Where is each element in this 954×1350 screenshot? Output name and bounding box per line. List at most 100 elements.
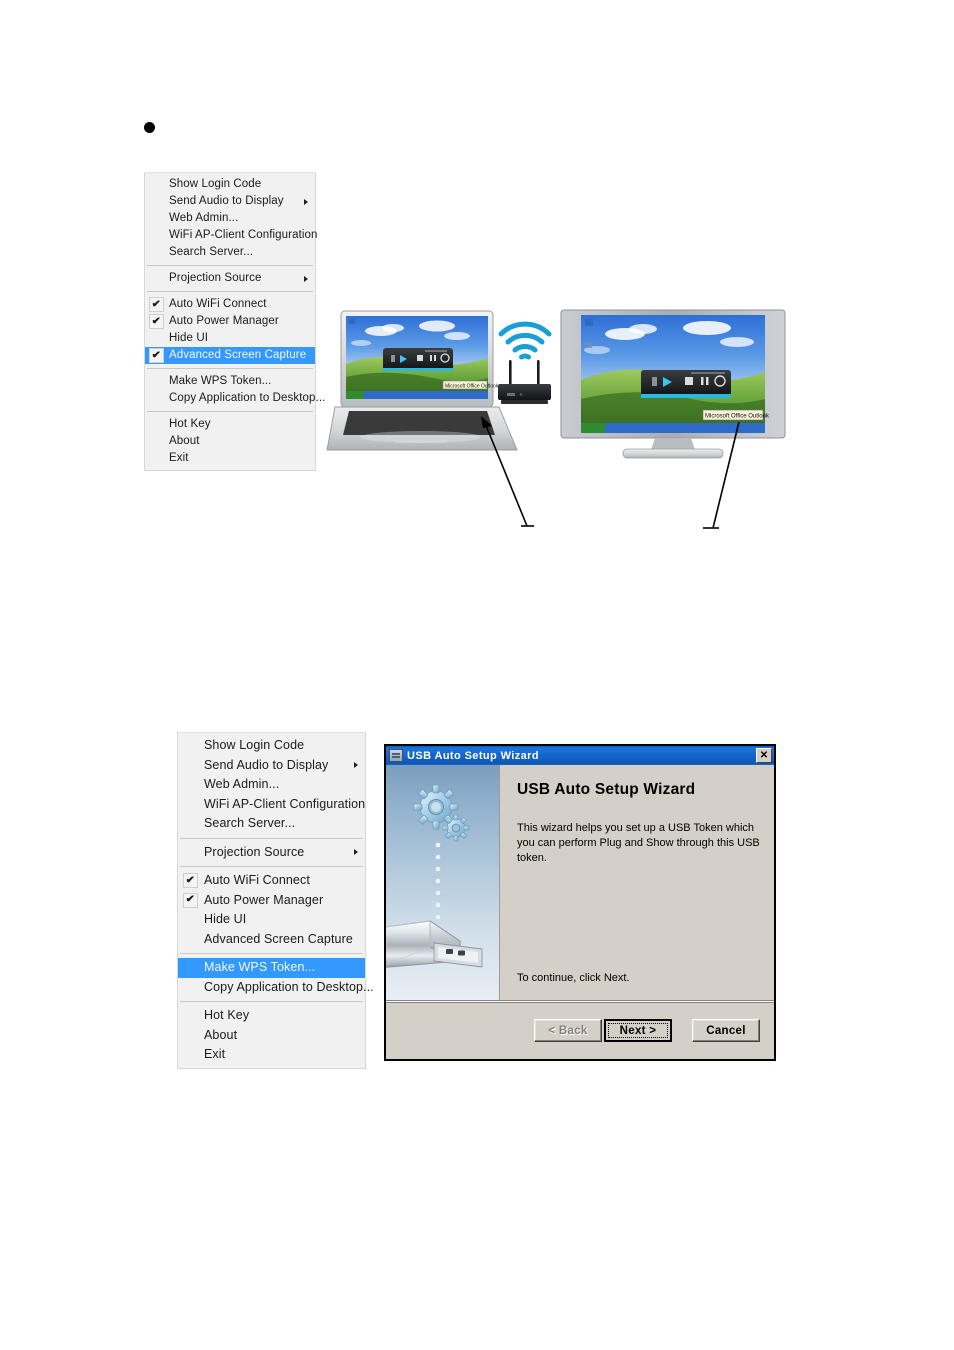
- chevron-right-icon: [354, 849, 358, 856]
- menu-separator: [147, 265, 313, 266]
- menu-item-label: Advanced Screen Capture: [169, 349, 307, 361]
- menu-item-gutter: ✔: [145, 347, 167, 364]
- menu-item-gutter: [178, 756, 202, 776]
- menu-item-gutter: [178, 736, 202, 756]
- menu-item-search-server[interactable]: Search Server...: [178, 814, 365, 834]
- check-glyph: ✔: [151, 315, 161, 327]
- wizard-heading: USB Auto Setup Wizard: [517, 781, 696, 798]
- menu-item-label: Hide UI: [204, 912, 247, 926]
- menu-item-label: Hide UI: [169, 332, 209, 344]
- television-device: Microsoft Office Outlook: [560, 309, 786, 459]
- menu-item-label: Projection Source: [204, 844, 305, 859]
- menu-item-web-admin[interactable]: Web Admin...: [145, 210, 315, 227]
- svg-text:Microsoft Office Outlook: Microsoft Office Outlook: [445, 384, 499, 390]
- menu-item-gutter: [178, 814, 202, 834]
- menu-item-gutter: [145, 433, 167, 450]
- menu-item-projection-source[interactable]: Projection Source: [178, 843, 365, 863]
- menu-item-web-admin[interactable]: Web Admin...: [178, 775, 365, 795]
- menu-item-gutter: [145, 373, 167, 390]
- menu-item-gutter: [145, 450, 167, 467]
- menu-item-label: Exit: [204, 1047, 226, 1061]
- menu-item-hide-ui[interactable]: Hide UI: [145, 330, 315, 347]
- menu-item-label: Show Login Code: [169, 178, 262, 190]
- chevron-right-icon: [304, 275, 308, 282]
- menu-item-label: Search Server...: [204, 816, 296, 830]
- menu-item-label: Hot Key: [204, 1008, 250, 1022]
- menu-item-projection-source[interactable]: Projection Source: [145, 270, 315, 287]
- back-button[interactable]: < Back: [534, 1019, 602, 1042]
- menu-item-about[interactable]: About: [178, 1026, 365, 1046]
- menu-item-auto-power-manager[interactable]: ✔ Auto Power Manager: [178, 891, 365, 911]
- menu-item-show-login-code[interactable]: Show Login Code: [178, 736, 365, 756]
- menu-item-wifi-ap-client-configuration[interactable]: WiFi AP-Client Configuration: [178, 795, 365, 815]
- menu-item-exit[interactable]: Exit: [178, 1045, 365, 1065]
- menu-item-search-server[interactable]: Search Server...: [145, 244, 315, 261]
- menu-item-label: Auto Power Manager: [204, 892, 324, 907]
- close-icon[interactable]: ✕: [756, 748, 772, 763]
- wizard-side-panel: [386, 765, 500, 1001]
- menu-item-auto-wifi-connect[interactable]: ✔ Auto WiFi Connect: [145, 296, 315, 313]
- projection-diagram-svg: Microsoft Office Outlook Microsoft Offic…: [326, 309, 786, 529]
- menu-item-gutter: [145, 227, 167, 244]
- chevron-right-icon: [304, 198, 308, 205]
- context-menu-primary[interactable]: Show Login Code Send Audio to Display Web …: [144, 172, 325, 471]
- menu-item-hot-key[interactable]: Hot Key: [178, 1006, 365, 1026]
- menu-item-hide-ui[interactable]: Hide UI: [178, 910, 365, 930]
- menu-item-label: About: [204, 1027, 238, 1042]
- wizard-app-icon: [389, 749, 403, 762]
- menu-item-label: Copy Application to Desktop...: [169, 392, 326, 404]
- menu-item-hot-key[interactable]: Hot Key: [145, 416, 315, 433]
- menu-item-label: Advanced Screen Capture: [204, 931, 353, 946]
- menu-item-copy-application-to-desktop[interactable]: Copy Application to Desktop...: [145, 390, 325, 407]
- menu-item-make-wps-token[interactable]: Make WPS Token...: [178, 958, 365, 978]
- menu-item-gutter: [178, 1026, 202, 1046]
- menu-separator: [147, 368, 313, 369]
- menu-item-label: Send Audio to Display: [204, 757, 329, 772]
- menu-item-gutter: [178, 930, 202, 950]
- menu-separator: [180, 953, 363, 954]
- menu-item-make-wps-token[interactable]: Make WPS Token...: [145, 373, 315, 390]
- menu-item-wifi-ap-client-configuration[interactable]: WiFi AP-Client Configuration: [145, 227, 317, 244]
- menu-item-advanced-screen-capture[interactable]: Advanced Screen Capture: [178, 930, 365, 950]
- wireless-projection-box: [498, 321, 552, 404]
- menu-item-send-audio-to-display[interactable]: Send Audio to Display: [178, 756, 365, 776]
- tv-control-bar: [641, 370, 731, 398]
- usb-auto-setup-wizard-dialog: USB Auto Setup Wizard ✕ USB Auto Setup W…: [384, 744, 776, 1061]
- menu-item-label: Auto WiFi Connect: [204, 873, 310, 887]
- check-icon: ✔: [148, 348, 164, 363]
- menu-item-gutter: [178, 1045, 202, 1065]
- menu-item-gutter: ✔: [178, 871, 202, 891]
- wizard-title-text: USB Auto Setup Wizard: [407, 749, 539, 762]
- menu-item-gutter: [178, 978, 202, 998]
- context-menu-secondary[interactable]: Show Login Code Send Audio to Display Web …: [177, 732, 374, 1069]
- wizard-titlebar[interactable]: USB Auto Setup Wizard ✕: [386, 746, 774, 765]
- menu-item-advanced-screen-capture[interactable]: ✔ Advanced Screen Capture: [145, 347, 315, 364]
- menu-item-auto-wifi-connect[interactable]: ✔ Auto WiFi Connect: [178, 871, 365, 891]
- menu-item-gutter: [178, 1006, 202, 1026]
- menu-item-gutter: [145, 270, 167, 287]
- menu-item-label: Copy Application to Desktop...: [204, 979, 374, 994]
- menu-item-gutter: [145, 416, 167, 433]
- menu-separator: [180, 866, 363, 867]
- menu-item-copy-application-to-desktop[interactable]: Copy Application to Desktop...: [178, 978, 374, 998]
- menu-item-about[interactable]: About: [145, 433, 315, 450]
- menu-item-auto-power-manager[interactable]: ✔ Auto Power Manager: [145, 313, 315, 330]
- check-glyph: ✔: [151, 298, 161, 310]
- menu-item-label: Auto Power Manager: [169, 315, 279, 327]
- next-button[interactable]: Next >: [604, 1019, 672, 1042]
- laptop-control-bar: [383, 348, 453, 371]
- menu-item-send-audio-to-display[interactable]: Send Audio to Display: [145, 193, 315, 210]
- menu-item-exit[interactable]: Exit: [145, 450, 315, 467]
- menu-item-gutter: ✔: [145, 296, 167, 313]
- cancel-button[interactable]: Cancel: [692, 1019, 760, 1042]
- check-icon: ✔: [182, 873, 198, 889]
- next-button-label: Next >: [608, 1023, 668, 1038]
- menu-item-label: Make WPS Token...: [204, 960, 316, 974]
- menu-item-show-login-code[interactable]: Show Login Code: [145, 176, 315, 193]
- svg-text:Microsoft Office Outlook: Microsoft Office Outlook: [705, 414, 770, 420]
- menu-item-label: Auto WiFi Connect: [169, 298, 267, 310]
- menu-item-gutter: ✔: [145, 313, 167, 330]
- check-glyph: ✔: [151, 349, 161, 361]
- menu-item-gutter: [145, 176, 167, 193]
- bullet-marker: [144, 122, 155, 133]
